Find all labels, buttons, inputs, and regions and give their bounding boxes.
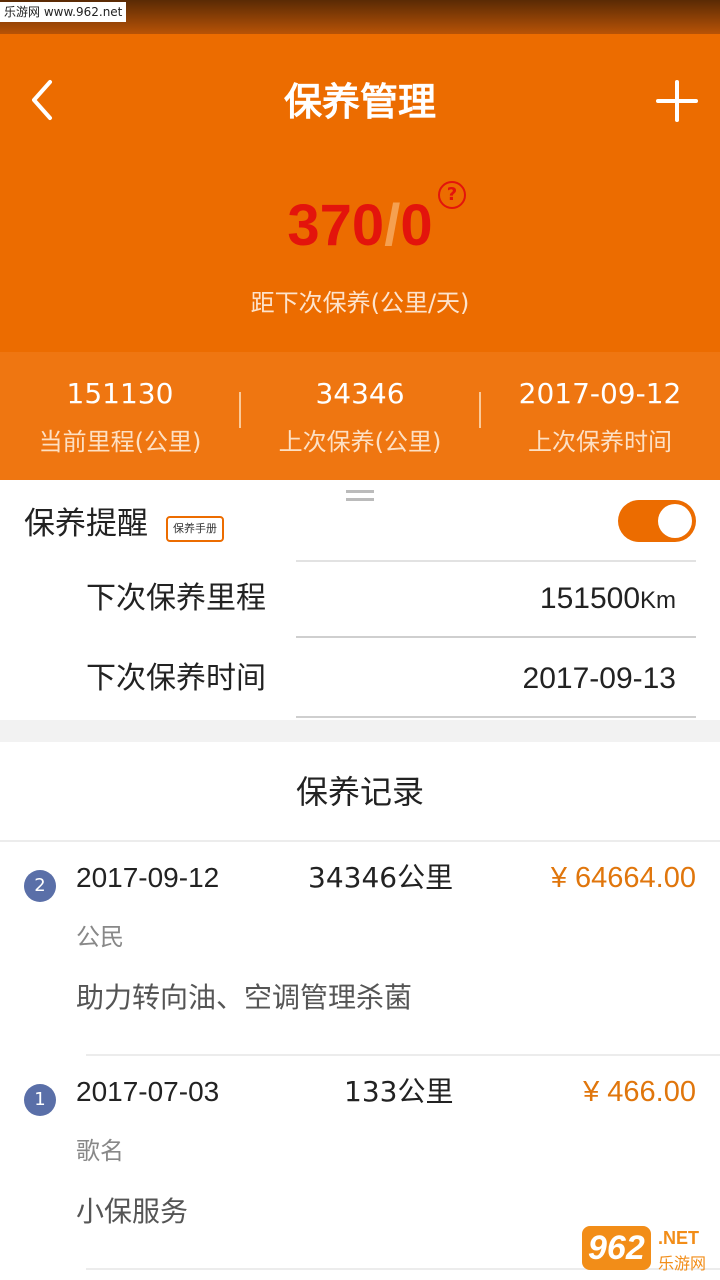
list-item[interactable]: 2 2017-09-12 34346公里 ¥ 64664.00 公民 助力转向油…	[0, 842, 720, 1054]
next-mileage-number: 151500	[539, 582, 640, 615]
watermark-text: 乐游网 www.962.net	[0, 2, 127, 22]
divider	[296, 636, 696, 638]
record-items: 小保服务	[76, 1195, 189, 1228]
reminder-panel: 保养提醒 保养手册 下次保养里程 151500Km 下次保养时间 2017-09…	[0, 480, 720, 720]
records-title: 保养记录	[295, 773, 424, 811]
stat-value: 34346	[315, 377, 405, 410]
reminder-toggle[interactable]	[618, 500, 696, 542]
watermark-logo: 962 .NET 乐游网	[582, 1226, 716, 1276]
remaining-caption: 距下次保养(公里/天)	[250, 289, 470, 317]
next-mileage-value[interactable]: 151500Km	[540, 578, 676, 622]
divider	[296, 716, 696, 718]
record-shop: 公民	[76, 923, 124, 951]
maintenance-manual-badge[interactable]: 保养手册	[166, 516, 224, 542]
stat-divider	[239, 392, 241, 428]
page-title: 保养管理	[283, 80, 436, 124]
next-mileage-unit: Km	[640, 587, 676, 614]
plus-icon	[656, 80, 698, 122]
record-items: 助力转向油、空调管理杀菌	[76, 981, 413, 1014]
stat-value: 151130	[66, 377, 174, 410]
remaining-km: 370	[287, 193, 385, 258]
records-panel: 保养记录 2 2017-09-12 34346公里 ¥ 64664.00 公民 …	[0, 742, 720, 1280]
toggle-knob	[658, 504, 692, 538]
stat-label: 上次保养(公里)	[278, 428, 442, 456]
watermark-chinese: 乐游网	[658, 1254, 707, 1273]
remaining-summary: 370/0	[0, 192, 720, 260]
stat-last-service-mileage: 34346 上次保养(公里)	[240, 352, 480, 480]
help-icon[interactable]: ?	[438, 181, 466, 209]
header: 乐游网 www.962.net 保养管理 370/0 ? 距下次保养(公里/天)…	[0, 0, 720, 480]
stat-label: 当前里程(公里)	[38, 428, 202, 456]
add-button[interactable]	[652, 76, 702, 126]
next-date-value[interactable]: 2017-09-13	[523, 658, 676, 700]
stat-divider	[479, 392, 481, 428]
stat-label: 上次保养时间	[528, 428, 672, 456]
record-date: 2017-09-12	[76, 862, 220, 893]
divider	[296, 560, 696, 562]
record-mileage: 133公里	[344, 1075, 454, 1108]
remaining-days: 0	[400, 193, 433, 258]
record-price: ¥ 466.00	[583, 1076, 696, 1108]
record-shop: 歌名	[76, 1137, 124, 1165]
record-index-badge: 2	[24, 870, 56, 902]
watermark-suffix: .NET	[658, 1228, 700, 1248]
stats-row: 151130 当前里程(公里) 34346 上次保养(公里) 2017-09-1…	[0, 352, 720, 480]
watermark-number: 962	[582, 1226, 651, 1270]
next-date-label: 下次保养时间	[86, 661, 266, 696]
record-mileage: 34346公里	[308, 861, 454, 894]
record-date: 2017-07-03	[76, 1076, 220, 1107]
summary-slash: /	[384, 193, 401, 258]
drag-handle-icon[interactable]	[346, 490, 374, 502]
stat-current-mileage: 151130 当前里程(公里)	[0, 352, 240, 480]
record-price: ¥ 64664.00	[550, 862, 696, 894]
record-index-badge: 1	[24, 1084, 56, 1116]
stat-last-service-date: 2017-09-12 上次保养时间	[480, 352, 720, 480]
next-mileage-label: 下次保养里程	[86, 581, 266, 616]
stat-value: 2017-09-12	[518, 377, 682, 410]
reminder-title: 保养提醒	[24, 506, 148, 542]
